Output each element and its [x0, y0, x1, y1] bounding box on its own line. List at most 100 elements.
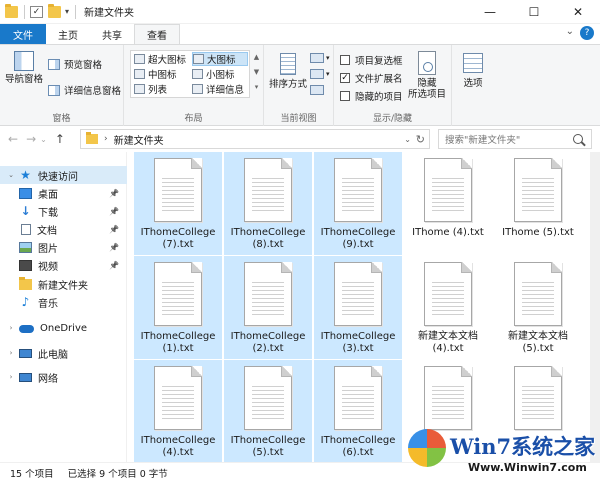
expand-chevron-icon[interactable]: ⌄ [6, 171, 16, 179]
layout-medium-icons[interactable]: 中图标 [134, 67, 177, 81]
details-pane-button[interactable]: 详细信息窗格 [48, 83, 121, 97]
search-input[interactable]: 搜索"新建文件夹" [438, 129, 592, 149]
recent-locations-icon[interactable]: ⌄ [40, 135, 47, 144]
file-item[interactable]: IThome (4).txt [404, 152, 492, 255]
add-columns-button[interactable]: ▾ [310, 69, 330, 79]
layout-extra-large-icons[interactable]: 超大图标 [134, 52, 186, 66]
pin-icon[interactable]: 📌 [109, 207, 119, 216]
layout-gallery-scroll[interactable]: ▲ ▼ ▾ [252, 50, 261, 98]
sidebar-item[interactable]: 图片 📌 [0, 238, 127, 256]
download-icon: ↓ [20, 203, 31, 218]
sidebar-item[interactable]: › OneDrive [0, 319, 127, 337]
back-arrow-icon[interactable]: ← [8, 132, 18, 146]
document-lines [162, 383, 194, 421]
list-icon [134, 84, 145, 94]
tab-share[interactable]: 共享 [90, 24, 134, 44]
up-arrow-icon[interactable]: ↑ [55, 132, 65, 146]
group-by-button[interactable]: ▾ [310, 53, 330, 63]
hidden-items-toggle[interactable]: 隐藏的项目 [340, 89, 403, 103]
sidebar-item[interactable]: ♪ 音乐 [0, 293, 127, 311]
folder-icon[interactable] [5, 3, 18, 18]
file-item[interactable]: IThomeCollege (8).txt [224, 152, 312, 255]
file-extensions-toggle[interactable]: ✓ 文件扩展名 [340, 71, 403, 85]
tab-file[interactable]: 文件 [0, 24, 46, 44]
extra-large-icons-icon [134, 54, 145, 64]
file-item[interactable]: IThomeCollege (9).txt [314, 152, 402, 255]
expand-chevron-icon[interactable]: › [6, 349, 16, 357]
layout-small-icons[interactable]: 小图标 [192, 67, 235, 81]
layout-details[interactable]: 详细信息 [192, 82, 244, 96]
scroll-down-icon[interactable]: ▼ [252, 65, 261, 80]
address-dropdown-icon[interactable]: ⌄ [404, 135, 411, 144]
file-item[interactable]: IThomeCollege (4).txt [134, 360, 222, 462]
help-icon[interactable]: ? [580, 26, 594, 40]
address-path[interactable]: 新建文件夹 [114, 132, 164, 147]
ribbon-collapse-icon[interactable]: ⌄ [566, 26, 574, 40]
file-item[interactable]: IThomeCollege (2).txt [224, 256, 312, 359]
search-placeholder[interactable]: 搜索"新建文件夹" [445, 132, 573, 146]
navigation-pane: ⌄ ★ 快速访问 桌面 📌 ↓ 下载 📌 文档 📌 图片 📌 视频 📌 新建文件夹 ♪ 音乐 › OneDrive ›… [0, 152, 127, 462]
pin-icon[interactable]: 📌 [109, 261, 119, 270]
file-item[interactable]: IThomeCollege (1).txt [134, 256, 222, 359]
sidebar-item[interactable]: 桌面 📌 [0, 184, 127, 202]
minimize-button[interactable]: — [468, 0, 512, 24]
pin-icon[interactable]: 📌 [109, 243, 119, 252]
file-item[interactable]: 新建文本文档 (5).txt [494, 256, 582, 359]
sidebar-item[interactable]: › 此电脑 [0, 344, 127, 362]
sort-by-button[interactable]: 排序方式 [268, 51, 308, 90]
sidebar-item[interactable]: › 网络 [0, 368, 127, 386]
file-item[interactable]: IThomeCollege (6).txt [314, 360, 402, 462]
sidebar-item[interactable]: 新建文件夹 [0, 275, 127, 293]
checkbox-unchecked[interactable] [340, 91, 350, 101]
gallery-expand-icon[interactable]: ▾ [252, 80, 261, 95]
dropdown-icon: ▾ [326, 70, 330, 78]
close-button[interactable]: ✕ [556, 0, 600, 24]
pin-icon[interactable]: 📌 [109, 225, 119, 234]
search-icon[interactable] [573, 134, 583, 144]
expand-chevron-icon[interactable]: › [6, 373, 16, 381]
pin-icon[interactable]: 📌 [109, 189, 119, 198]
sidebar-item[interactable]: ⌄ ★ 快速访问 [0, 166, 127, 184]
file-name: IThomeCollege (7).txt [140, 227, 216, 250]
quick-access-dropdown-icon[interactable]: ▾ [65, 7, 69, 16]
properties-check-icon[interactable]: ✓ [30, 5, 43, 18]
hide-selected-button[interactable]: 隐藏 所选项目 [404, 51, 450, 100]
file-name: 新建文本文档 (4).txt [418, 331, 478, 354]
details-pane-label: 详细信息窗格 [64, 86, 122, 97]
refresh-icon[interactable]: ↻ [416, 133, 425, 146]
layout-list[interactable]: 列表 [134, 82, 167, 96]
sidebar-item[interactable]: 视频 📌 [0, 256, 127, 274]
expand-chevron-icon[interactable]: › [6, 324, 16, 332]
vertical-scrollbar[interactable] [590, 152, 600, 462]
scroll-up-icon[interactable]: ▲ [252, 50, 261, 65]
maximize-button[interactable]: ☐ [512, 0, 556, 24]
new-folder-icon[interactable] [48, 3, 61, 18]
size-columns-button[interactable] [310, 85, 324, 95]
checkbox-checked[interactable]: ✓ [340, 73, 350, 83]
sort-label: 排序方式 [268, 79, 307, 90]
options-button[interactable]: 选项 [458, 53, 488, 89]
chevron-right-icon[interactable]: › [104, 134, 108, 144]
layout-large-icons[interactable]: 大图标 [192, 52, 248, 66]
preview-pane-button[interactable]: 预览窗格 [48, 57, 102, 71]
document-lines [252, 279, 284, 317]
tab-home[interactable]: 主页 [46, 24, 90, 44]
checkbox-unchecked[interactable] [340, 55, 350, 65]
forward-arrow-icon[interactable]: → [26, 132, 36, 146]
file-item[interactable]: IThomeCollege (3).txt [314, 256, 402, 359]
text-document-icon [334, 366, 382, 430]
file-item[interactable]: 新建文本文档 (4).txt [404, 256, 492, 359]
preview-pane-icon [48, 58, 60, 70]
sidebar-item[interactable]: ↓ 下载 📌 [0, 202, 127, 220]
file-item[interactable]: IThomeCollege (7).txt [134, 152, 222, 255]
nav-pane-button[interactable]: 导航窗格 [5, 51, 43, 85]
file-item[interactable]: IThomeCollege (5).txt [224, 360, 312, 462]
tab-view[interactable]: 查看 [134, 24, 180, 44]
window-controls: — ☐ ✕ [468, 0, 600, 24]
layout-label: 中图标 [148, 70, 177, 81]
navigation-bar: ← → ⌄ ↑ › 新建文件夹 ⌄ ↻ 搜索"新建文件夹" [0, 126, 600, 152]
sidebar-item[interactable]: 文档 📌 [0, 220, 127, 238]
file-item[interactable]: IThome (5).txt [494, 152, 582, 255]
item-checkboxes-toggle[interactable]: 项目复选框 [340, 53, 403, 67]
address-bar[interactable]: › 新建文件夹 ⌄ ↻ [80, 129, 430, 149]
